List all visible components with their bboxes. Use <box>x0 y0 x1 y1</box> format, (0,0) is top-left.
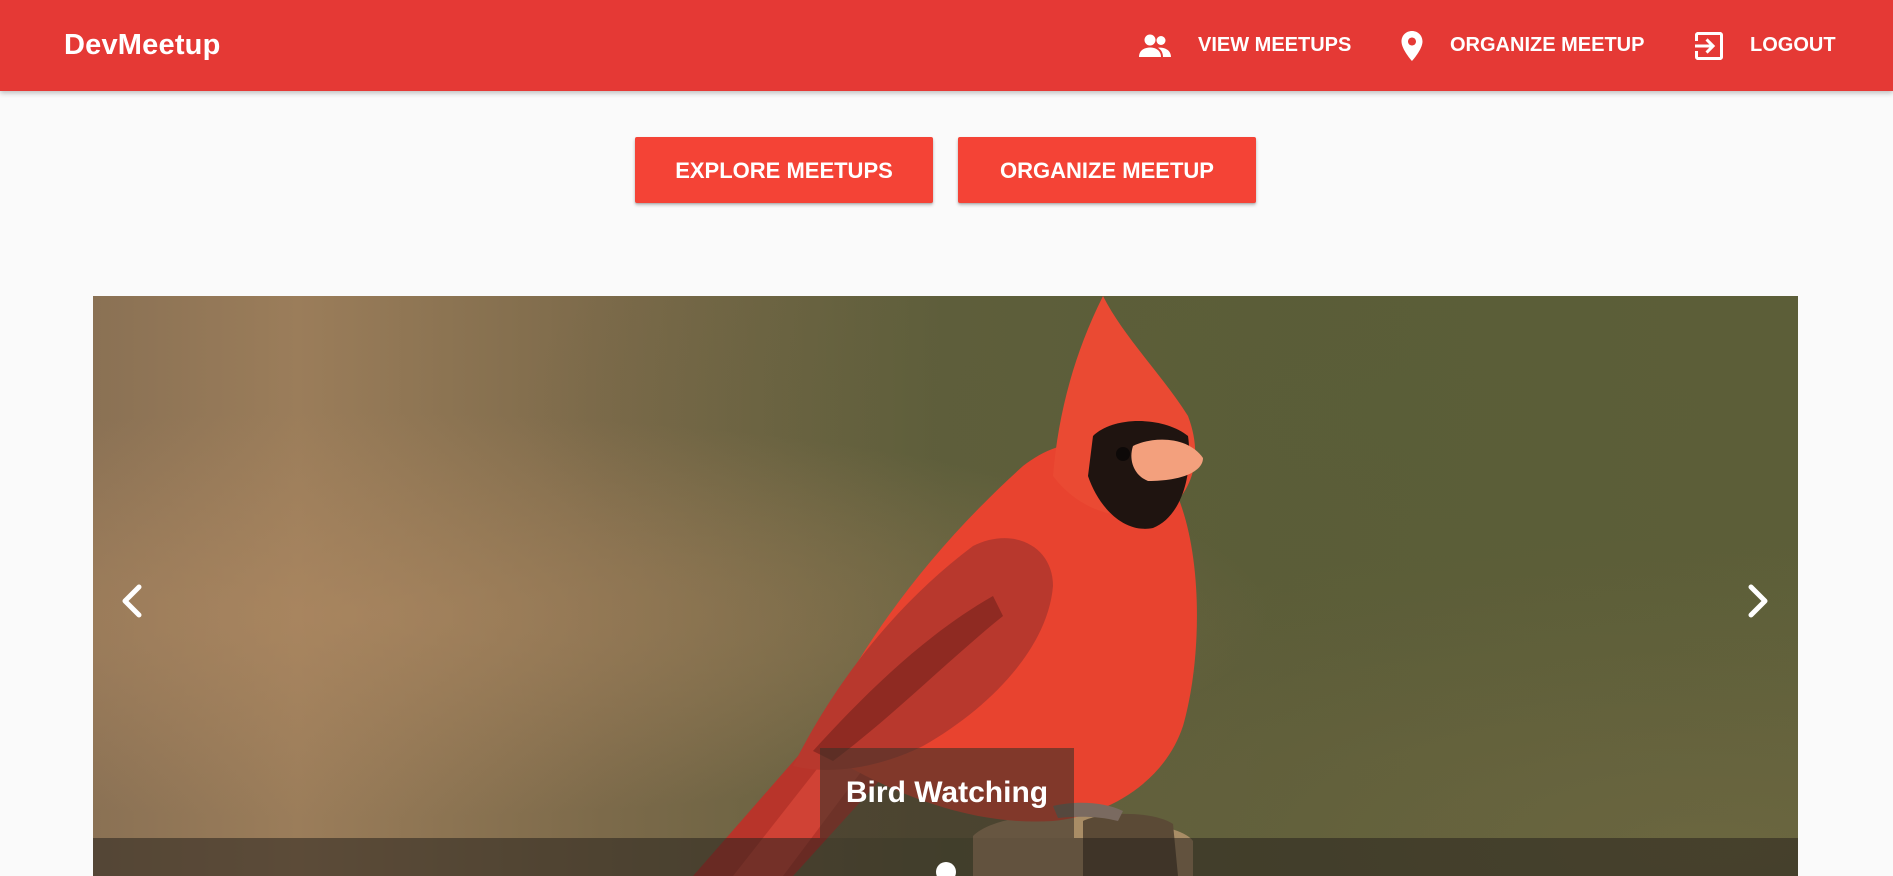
carousel-prev-button[interactable] <box>113 581 153 621</box>
slide-title[interactable]: Bird Watching <box>820 748 1074 838</box>
chevron-left-icon <box>122 584 142 618</box>
nav-logout[interactable]: LOGOUT <box>1694 0 1836 91</box>
nav-label: VIEW MEETUPS <box>1198 34 1352 56</box>
supervisor-account-icon <box>1138 33 1172 59</box>
carousel-indicator-dot[interactable] <box>936 862 956 876</box>
nav-label: ORGANIZE MEETUP <box>1450 34 1645 56</box>
app-title[interactable]: DevMeetup <box>64 0 221 91</box>
top-toolbar: DevMeetup VIEW MEETUPS ORGANIZE MEETUP L… <box>0 0 1893 91</box>
organize-meetup-button[interactable]: ORGANIZE MEETUP <box>958 137 1256 203</box>
carousel-next-button[interactable] <box>1737 581 1777 621</box>
meetup-carousel[interactable]: Bird Watching <box>93 296 1798 876</box>
nav-view-meetups[interactable]: VIEW MEETUPS <box>1138 0 1351 91</box>
location-pin-icon <box>1400 30 1424 62</box>
nav-organize-meetup[interactable]: ORGANIZE MEETUP <box>1400 0 1644 91</box>
chevron-right-icon <box>1748 584 1768 618</box>
exit-to-app-icon <box>1694 31 1724 61</box>
carousel-controls <box>93 838 1798 876</box>
explore-meetups-button[interactable]: EXPLORE MEETUPS <box>635 137 933 203</box>
nav-label: LOGOUT <box>1750 34 1836 56</box>
